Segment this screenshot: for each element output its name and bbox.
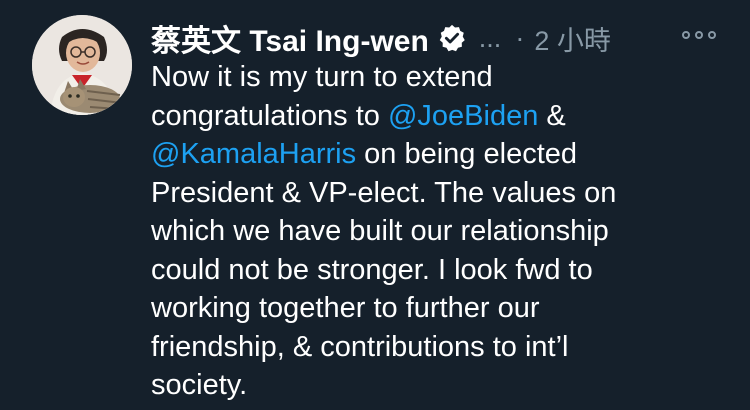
avatar[interactable] [32,15,132,115]
text-segment: which we have built our relationship [151,215,609,247]
tweet-line: friendship, & contributions to int’l [151,328,736,367]
tweet-header: 蔡英文 Tsai Ing-wen ... · 2 小時 [151,16,741,60]
timestamp[interactable]: 2 小時 [534,19,611,58]
tweet-line: working together to further our [151,289,736,328]
tweet-line: President & VP-elect. The values on [151,174,736,213]
text-segment: society. [151,369,248,401]
mention-joebiden[interactable]: @JoeBiden [388,100,538,132]
tweet-line: @KamalaHarris on being elected [151,135,736,174]
tweet-text: Now it is my turn to extend congratulati… [151,58,736,405]
more-dot [682,31,690,39]
text-segment: & [538,99,566,132]
mention-kamalaharris[interactable]: @KamalaHarris [151,138,356,170]
more-dot [695,31,703,39]
tweet-line: which we have built our relationship [151,212,736,251]
tweet-line: society. [151,366,736,405]
tweet-card[interactable]: 蔡英文 Tsai Ing-wen ... · 2 小時 Now it is my… [0,0,750,410]
more-dot [708,31,716,39]
text-segment: President & VP-elect. The values on [151,176,617,209]
text-segment: on being elected [356,138,578,170]
text-segment: friendship, & contributions to int’l [151,330,569,363]
tweet-line: could not be stronger. I look fwd to [151,251,736,290]
text-segment: Now it is my turn to extend [151,61,493,93]
tweet-line: Now it is my turn to extend [151,58,736,97]
more-options-icon[interactable] [682,24,716,46]
text-segment: congratulations to [151,99,388,132]
author-name[interactable]: 蔡英文 Tsai Ing-wen [151,16,429,60]
tweet-line: congratulations to @JoeBiden & [151,97,736,136]
text-segment: could not be stronger. I look fwd to [151,253,593,286]
verified-badge-icon [437,23,467,53]
author-handle[interactable]: ... [479,23,502,54]
separator-dot: · [515,22,525,53]
text-segment: working together to further our [151,292,540,324]
